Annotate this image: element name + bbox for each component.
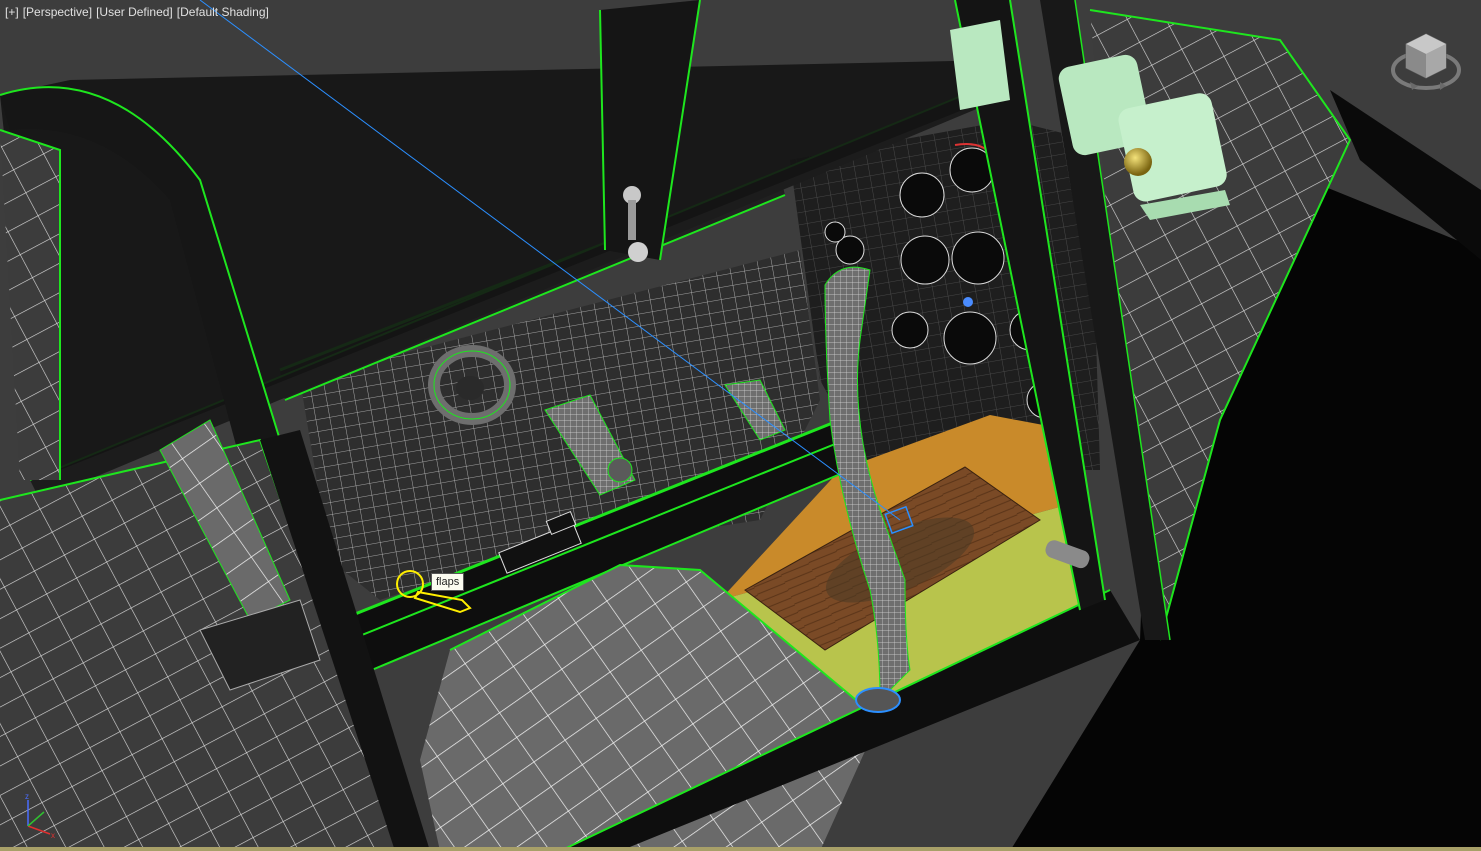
viewport-plus-menu[interactable]: [+] (5, 5, 19, 19)
viewport-shading-menu[interactable]: [Default Shading] (177, 5, 269, 19)
object-tooltip: flaps (431, 573, 465, 591)
stick-base (855, 687, 901, 713)
viewcube-icon[interactable] (1390, 30, 1462, 94)
gunsight-mount (950, 20, 1010, 110)
viewport-point-of-view-menu[interactable]: [Perspective] (23, 5, 92, 19)
axis-tripod-icon: z x (16, 792, 62, 842)
viewport-label[interactable]: [+] [Perspective] [User Defined] [Defaul… (5, 5, 269, 19)
svg-text:x: x (51, 831, 55, 840)
cockpit-scene[interactable] (0, 0, 1481, 851)
svg-text:z: z (25, 792, 29, 801)
perspective-viewport[interactable]: [+] [Perspective] [User Defined] [Defaul… (0, 0, 1481, 851)
viewport-bottom-border (0, 847, 1481, 851)
panel-blue-knob (963, 297, 973, 307)
gunsight-lens (1124, 148, 1152, 176)
viewport-stereo-menu[interactable]: [User Defined] (96, 5, 173, 19)
